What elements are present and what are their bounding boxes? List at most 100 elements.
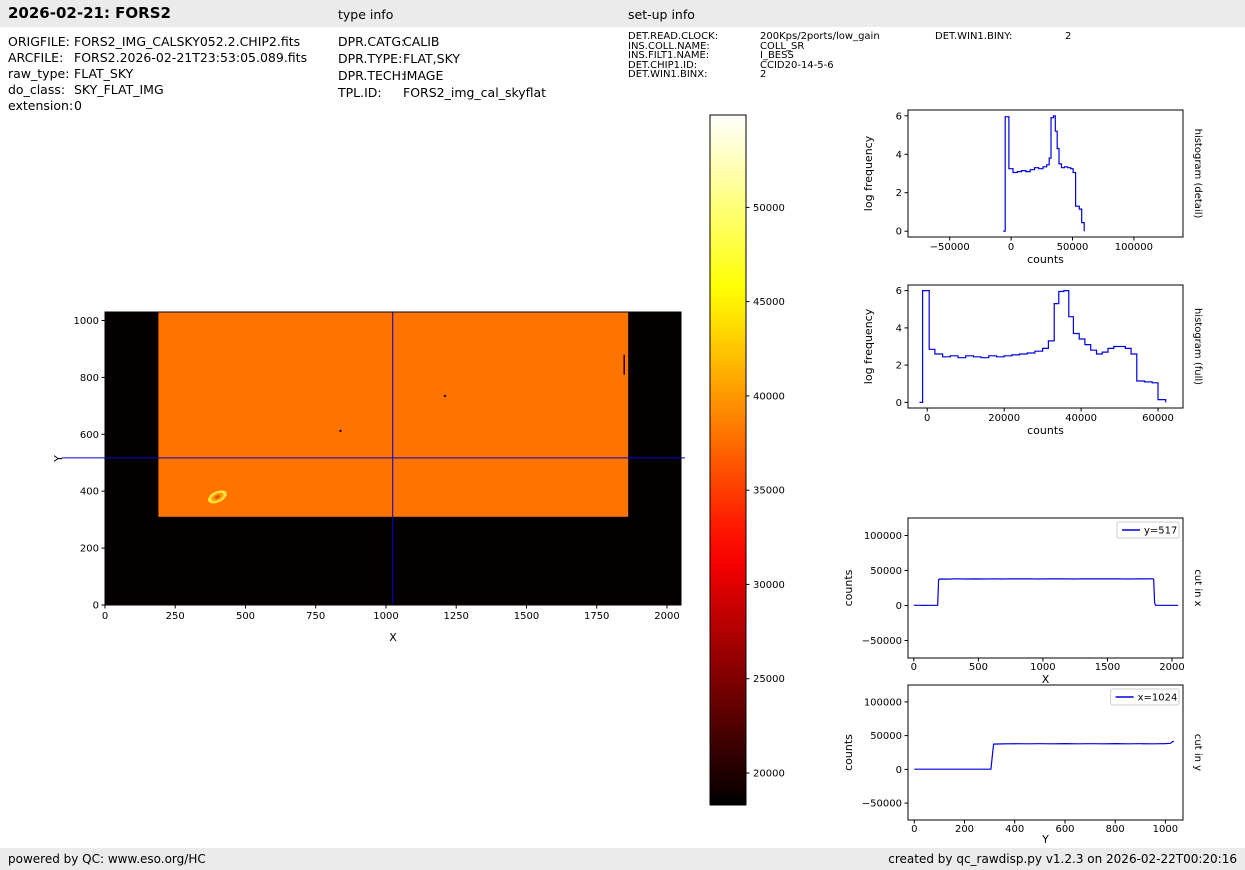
det-win1-binx-label: DET.WIN1.BINX:	[628, 69, 708, 80]
histogram-full-xtick-label: 20000	[988, 413, 1020, 424]
histogram-full-frame	[908, 285, 1183, 408]
histogram-full-ytick-label: 0	[896, 398, 902, 409]
histogram-detail-ytick-label: 4	[896, 150, 902, 161]
cut-in-x-curve	[914, 579, 1178, 606]
ccd-image-ylabel: Y	[52, 455, 65, 463]
cut-in-y-ytick-label: −50000	[862, 799, 902, 810]
ccd-image-ytick-label: 200	[80, 544, 99, 555]
cut-in-x-xtick-label: 0	[911, 662, 917, 673]
cut-in-x-xtick-label: 2000	[1159, 662, 1184, 673]
cut-in-x-xtick-label: 500	[969, 662, 988, 673]
ccd-image-ytick-label: 1000	[74, 316, 99, 327]
colorbar-tick-label: 30000	[753, 580, 785, 591]
colorbar-tick-label: 40000	[753, 391, 785, 402]
histogram-detail-xtick-label: 50000	[1057, 242, 1089, 253]
page-title: 2026-02-21: FORS2	[8, 4, 171, 22]
histogram-full-xtick-label: 40000	[1065, 413, 1097, 424]
cut-in-y-xtick-label: 400	[1005, 824, 1024, 835]
cut-in-y-xlabel: Y	[1041, 833, 1049, 846]
dpr-type-value: FLAT,SKY	[403, 51, 460, 66]
ccd-image-ytick-label: 800	[80, 373, 99, 384]
cut-in-x-xlabel: X	[1042, 673, 1050, 686]
footer-created-by: created by qc_rawdisp.py v1.2.3 on 2026-…	[888, 852, 1237, 866]
cut-in-y-ytick-label: 50000	[870, 731, 902, 742]
colorbar-tick-label: 45000	[753, 297, 785, 308]
dpr-tech-value: IMAGE	[403, 68, 443, 83]
histogram-full-ytick-label: 2	[896, 361, 902, 372]
histogram-detail-ytick-label: 0	[896, 227, 902, 238]
cut-in-y-curve	[914, 741, 1174, 769]
histogram-detail-ylabel: log frequency	[862, 135, 875, 211]
do-class-value: SKY_FLAT_IMG	[74, 82, 164, 97]
dpr-catg-value: CALIB	[403, 34, 440, 49]
cut-in-x-xtick-label: 1500	[1095, 662, 1120, 673]
cut-in-x-frame	[908, 518, 1183, 658]
det-win1-biny-value: 2	[1065, 31, 1071, 42]
histogram-full-curve	[920, 291, 1166, 403]
cut-in-y-xtick-label: 1000	[1153, 824, 1178, 835]
cut-in-x-plot: 0500100015002000−50000050000100000Xcount…	[842, 518, 1203, 686]
histogram-full-plot: 0 20000 40000 60000 0 2 4 6 counts log frequency h…	[862, 285, 1203, 437]
do-class-label: do_class:	[8, 82, 65, 97]
histogram-full-ytick-label: 4	[896, 323, 902, 334]
ccd-image-xtick-label: 500	[236, 611, 255, 622]
colorbar: 20000250003000035000400004500050000	[710, 115, 785, 805]
colorbar-tick-label: 35000	[753, 486, 785, 497]
tpl-id-value: FORS2_img_cal_skyflat	[403, 85, 546, 100]
cut-in-y-ylabel: counts	[842, 734, 855, 771]
histogram-full-xlabel: counts	[1027, 424, 1064, 437]
colorbar-gradient	[710, 115, 746, 805]
ccd-image-xtick-label: 1750	[584, 611, 609, 622]
dark-spot	[444, 395, 446, 397]
histogram-detail-ytick-label: 2	[896, 188, 902, 199]
dpr-type-label: DPR.TYPE:	[338, 51, 402, 66]
cut-in-x-ytick-label: 0	[896, 601, 902, 612]
cut-in-y-ytick-label: 0	[896, 765, 902, 776]
footer-powered-by: powered by QC: www.eso.org/HC	[8, 852, 206, 866]
cut-in-y-xtick-label: 800	[1106, 824, 1125, 835]
ccd-image-xtick-label: 1000	[373, 611, 398, 622]
histogram-full-ytick-label: 6	[896, 286, 902, 297]
histogram-detail-curve	[1003, 116, 1084, 231]
tpl-id-label: TPL.ID:	[338, 85, 382, 100]
det-chip1-id-value: CCID20-14-5-6	[760, 60, 834, 71]
header-bar: 2026-02-21: FORS2 type info set-up info	[0, 0, 1245, 27]
cut-in-y-xtick-label: 200	[955, 824, 974, 835]
ccd-image-xlabel: X	[389, 631, 397, 644]
ccd-image-xtick-label: 750	[306, 611, 325, 622]
cut-in-x-legend-label: y=517	[1144, 526, 1177, 537]
histogram-detail-xtick-label: 0	[1008, 242, 1014, 253]
cut-in-y-ytick-label: 100000	[864, 697, 902, 708]
ccd-image-xtick-label: 1500	[514, 611, 539, 622]
colorbar-tick-label: 25000	[753, 674, 785, 685]
det-win1-biny-label: DET.WIN1.BINY:	[935, 31, 1012, 42]
cut-in-x-ylabel: counts	[842, 569, 855, 606]
raw-type-label: raw_type:	[8, 66, 69, 81]
cut-in-y-xtick-label: 0	[911, 824, 917, 835]
cut-in-x-right-label: cut in x	[1192, 569, 1203, 606]
colorbar-tick-label: 20000	[753, 769, 785, 780]
illuminated-region	[158, 312, 628, 517]
histogram-full-ylabel: log frequency	[862, 308, 875, 384]
histogram-full-xtick-label: 60000	[1142, 413, 1174, 424]
ccd-image-xtick-label: 1250	[443, 611, 468, 622]
origfile-value: FORS2_IMG_CALSKY052.2.CHIP2.fits	[74, 34, 300, 49]
footer-bar: powered by QC: www.eso.org/HC created by…	[0, 848, 1245, 870]
histogram-full-xtick-label: 0	[924, 413, 930, 424]
origfile-label: ORIGFILE:	[8, 34, 70, 49]
histogram-detail-right-label: histogram (detail)	[1192, 129, 1203, 219]
dpr-tech-label: DPR.TECH:	[338, 68, 405, 83]
ccd-image-plot: 0250500750100012501500175020000200400600…	[52, 312, 685, 644]
cut-in-y-right-label: cut in y	[1192, 734, 1203, 771]
ccd-image-xtick-label: 250	[166, 611, 185, 622]
histogram-detail-ytick-label: 6	[896, 111, 902, 122]
histogram-detail-frame	[908, 110, 1183, 237]
arcfile-label: ARCFILE:	[8, 50, 63, 65]
histogram-detail-xtick-label: −50000	[930, 242, 970, 253]
cut-in-x-ytick-label: 100000	[864, 531, 902, 542]
det-win1-binx-value: 2	[760, 69, 766, 80]
histogram-full-right-label: histogram (full)	[1192, 308, 1203, 385]
cut-in-y-plot: 02004006008001000−50000050000100000Ycoun…	[842, 685, 1203, 846]
histogram-detail-plot: −500000500001000000246countslog frequenc…	[862, 110, 1203, 266]
type-info-heading: type info	[338, 7, 393, 22]
